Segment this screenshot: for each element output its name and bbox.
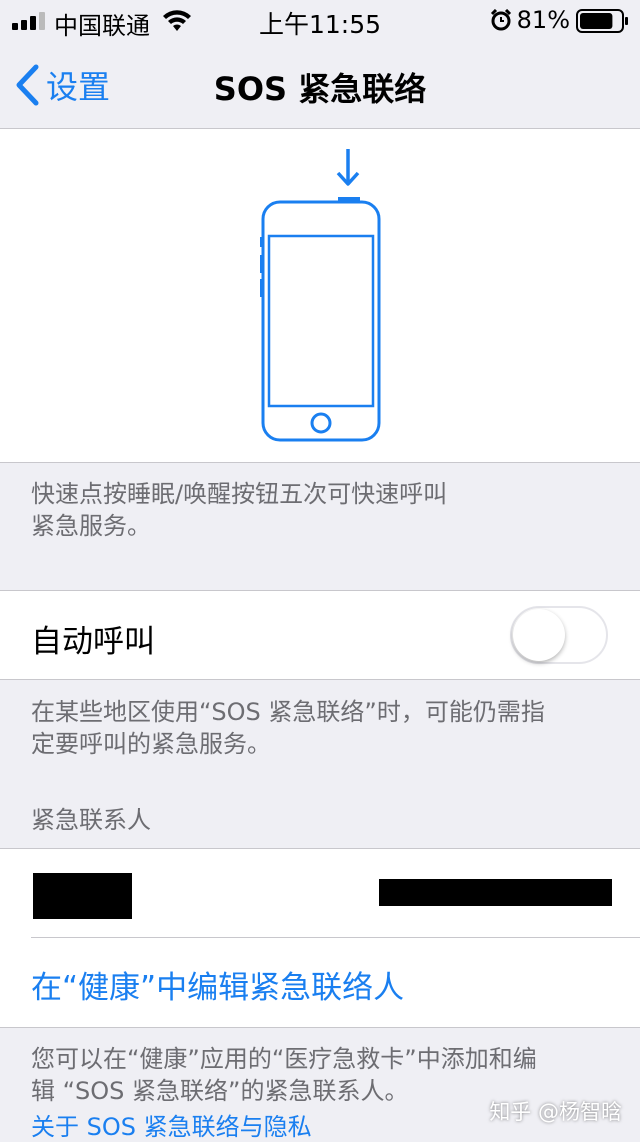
watermark: 知乎 @杨智晗 (489, 1100, 622, 1124)
navigation-bar: 设置 SOS 紧急联络 (0, 40, 640, 129)
auto-call-label: 自动呼叫 (31, 624, 155, 660)
redacted-contact-name (33, 873, 132, 919)
edit-emergency-contacts-link[interactable]: 在“健康”中编辑紧急联络人 (31, 962, 404, 1007)
auto-call-row: 自动呼叫 (0, 590, 640, 680)
contacts-group: 在“健康”中编辑紧急联络人 (0, 848, 640, 1028)
privacy-link[interactable]: 关于 SOS 紧急联络与隐私 (31, 1107, 312, 1142)
battery-percent: 81% (516, 6, 570, 34)
phone-illustration (260, 149, 381, 442)
redacted-contact-number (379, 879, 612, 906)
alarm-clock-icon (490, 9, 512, 31)
arrow-down-icon (336, 149, 360, 186)
contacts-footer: 您可以在“健康”应用的“医疗急救卡”中添加和编 辑 “SOS 紧急联络”的紧急联… (31, 1045, 537, 1105)
page-title: SOS 紧急联络 (213, 70, 427, 108)
auto-call-toggle[interactable] (510, 606, 608, 664)
home-button-icon (310, 412, 332, 434)
illustration-caption: 快速点按睡眠/唤醒按钮五次可快速呼叫 紧急服务。 (31, 480, 448, 540)
illustration-panel (0, 129, 640, 463)
battery-icon (576, 9, 628, 33)
row-divider (31, 937, 640, 938)
toggle-knob (513, 609, 565, 661)
contact-row[interactable] (0, 849, 640, 937)
auto-call-footer: 在某些地区使用“SOS 紧急联络”时，可能仍需指 定要呼叫的紧急服务。 (31, 698, 545, 758)
status-bar: 中国联通 上午11:55 81% (0, 0, 640, 40)
contacts-section-header: 紧急联系人 (31, 806, 151, 834)
